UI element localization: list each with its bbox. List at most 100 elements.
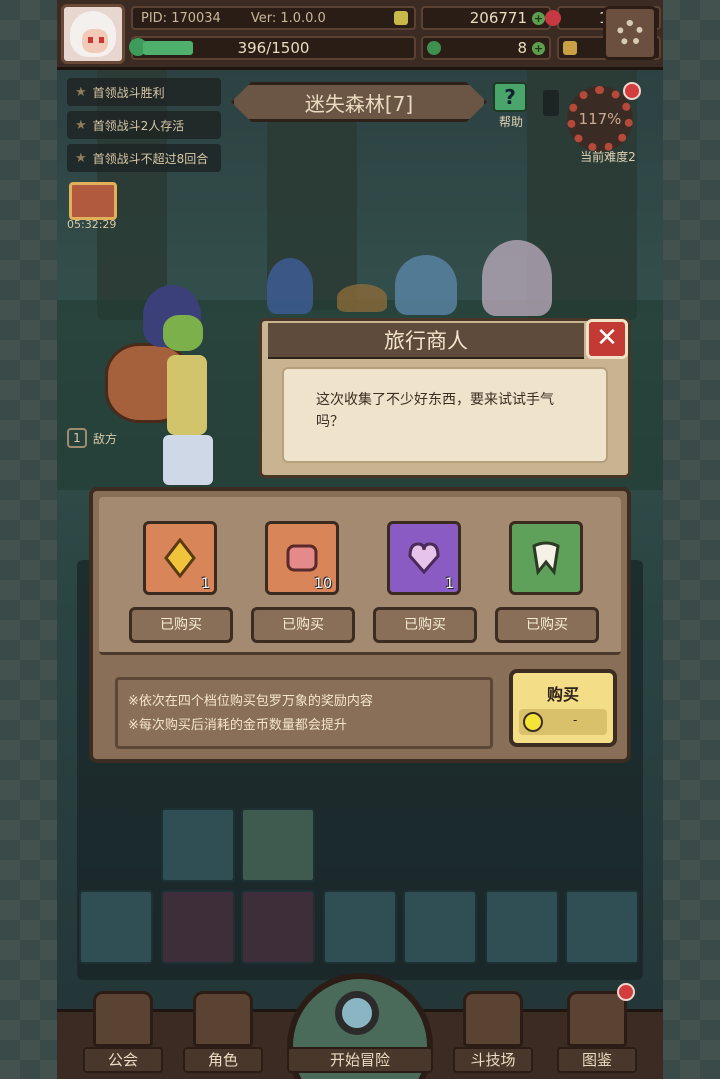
nav-label: 公会 (83, 1047, 163, 1073)
quest-text: 首领战斗2人存活 (92, 118, 185, 133)
clover-value: 8 (517, 39, 527, 57)
buy-button[interactable]: 购买 - (509, 669, 617, 747)
item-count: 1 (201, 576, 210, 592)
nav-codex[interactable]: 图鉴 (557, 983, 637, 1073)
add-clover-icon[interactable]: + (532, 42, 545, 55)
help-label: 帮助 (498, 115, 523, 129)
difficulty-percent: 117% (578, 110, 622, 128)
item-count: 10 (314, 576, 332, 592)
board-tile[interactable] (323, 890, 397, 964)
monster-sprite[interactable] (267, 258, 313, 314)
close-icon[interactable]: ✕ (586, 319, 628, 359)
board-tile[interactable] (79, 890, 153, 964)
buy-price: - (573, 713, 578, 727)
clover-counter[interactable]: 8 + (421, 36, 551, 60)
enemy-count-label: 敌方 (93, 431, 118, 446)
ruby-icon (545, 10, 561, 26)
dialog-text: 这次收集了不少好东西，要来试试手气吗？ (282, 367, 608, 463)
key-icon (563, 41, 577, 55)
board-tile[interactable] (241, 890, 315, 964)
id-row: PID: 170034 Ver: 1.0.0.0 (131, 6, 416, 30)
player-id: PID: 170034 (141, 10, 221, 26)
energy-fill (143, 41, 193, 55)
player-avatar[interactable] (61, 4, 125, 64)
settings-button[interactable] (603, 6, 657, 60)
star-icon: ★ (75, 84, 87, 100)
star-icon: ★ (75, 150, 87, 166)
gear-icon (617, 20, 643, 46)
shop-notes: ※依次在四个档位购买包罗万象的奖励内容 ※每次购买后消耗的金币数量都会提升 (115, 677, 493, 749)
board-tile[interactable] (161, 890, 235, 964)
crossed-swords-icon (463, 991, 523, 1047)
nav-label: 开始冒险 (287, 1047, 433, 1073)
quest-item: ★ 首领战斗2人存活 (67, 111, 221, 139)
add-gold-icon[interactable]: + (532, 12, 545, 25)
bought-button[interactable]: 已购买 (373, 607, 477, 643)
coin-icon (394, 11, 408, 25)
board-tile[interactable] (161, 808, 235, 882)
merchant-body (167, 355, 207, 435)
quest-list: ★ 首领战斗胜利 ★ 首领战斗2人存活 ★ 首领战斗不超过8回合 (67, 78, 221, 177)
difficulty-ring: 117% (567, 86, 633, 152)
buy-label: 购买 (546, 685, 579, 704)
board-tile[interactable] (241, 808, 315, 882)
meat-icon (286, 544, 318, 572)
bought-button[interactable]: 已购买 (495, 607, 599, 643)
board-tile[interactable] (485, 890, 559, 964)
energy-bar: 396/1500 (129, 36, 416, 60)
crystal-icon (164, 538, 196, 578)
notification-dot-icon (617, 983, 635, 1001)
bought-button[interactable]: 已购买 (251, 607, 355, 643)
enemy-count: 1 敌方 (67, 428, 117, 448)
gold-counter[interactable]: 206771 + (421, 6, 551, 30)
gift-box-icon[interactable] (69, 182, 117, 220)
dialog-title: 旅行商人 (268, 323, 584, 359)
enemy-count-number: 1 (67, 428, 87, 448)
help-button[interactable]: ? 帮助 (493, 82, 533, 129)
monster-sprite[interactable] (395, 255, 457, 315)
shop-note: ※依次在四个档位购买包罗万象的奖励内容 (128, 694, 373, 709)
resource-panel: PID: 170034 Ver: 1.0.0.0 206771 + 1010 +… (129, 6, 661, 62)
stage-title: 迷失森林[7] (231, 82, 487, 122)
board-tile[interactable] (565, 890, 639, 964)
gift-timer: 05:32:29 (67, 218, 117, 231)
game-version: Ver: 1.0.0.0 (250, 10, 326, 26)
monster-sprite[interactable] (337, 284, 387, 312)
nav-label: 斗技场 (453, 1047, 533, 1073)
quest-item: ★ 首领战斗胜利 (67, 78, 221, 106)
difficulty-label: 当前难度2 (580, 150, 636, 164)
notification-dot-icon (623, 82, 641, 100)
nav-guild[interactable]: 公会 (83, 991, 163, 1073)
quest-text: 首领战斗不超过8回合 (92, 151, 209, 166)
question-icon: ? (493, 82, 527, 112)
merchant-face (163, 315, 203, 351)
board-tile[interactable] (403, 890, 477, 964)
shop-items-area: 1 10 1 已购买 已购买 已购买 已购买 (99, 497, 621, 655)
avatar-eye (99, 37, 104, 43)
shop-slot[interactable]: 10 (265, 521, 339, 595)
coin-icon (523, 712, 543, 732)
nav-arena[interactable]: 斗技场 (453, 991, 533, 1073)
top-bar: PID: 170034 Ver: 1.0.0.0 206771 + 1010 +… (57, 0, 663, 70)
nav-label: 图鉴 (557, 1047, 637, 1073)
shop-slot[interactable]: 1 (143, 521, 217, 595)
clover-icon (427, 41, 441, 55)
tooth-icon (532, 541, 560, 576)
bought-button[interactable]: 已购买 (129, 607, 233, 643)
pause-icon[interactable] (543, 90, 559, 116)
guild-house-icon (93, 991, 153, 1047)
game-screen: PID: 170034 Ver: 1.0.0.0 206771 + 1010 +… (57, 0, 663, 1079)
difficulty-indicator[interactable]: 117% 当前难度2 (567, 80, 647, 170)
character-icon (193, 991, 253, 1047)
shop-panel: 1 10 1 已购买 已购买 已购买 已购买 ※依次在四个档位购买包罗万象的奖励… (89, 487, 631, 763)
shop-slot[interactable]: 1 (387, 521, 461, 595)
start-adventure-button[interactable]: 开始冒险 (287, 973, 433, 1079)
nav-label: 角色 (183, 1047, 263, 1073)
nav-role[interactable]: 角色 (183, 991, 263, 1073)
energy-value: 396/1500 (237, 39, 310, 57)
gold-value: 206771 (469, 9, 527, 27)
star-icon: ★ (75, 117, 87, 133)
monster-sprite[interactable] (482, 240, 552, 316)
shop-slot[interactable] (509, 521, 583, 595)
merchant-legs (163, 435, 213, 485)
